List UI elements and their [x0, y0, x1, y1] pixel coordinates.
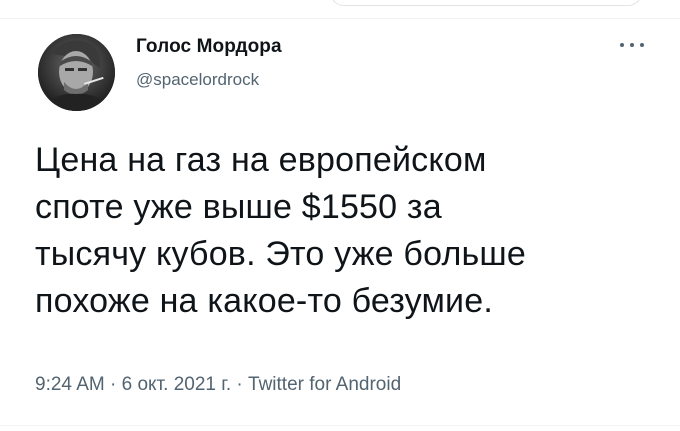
- dot: [640, 43, 644, 47]
- separator: ·: [110, 374, 117, 395]
- tweet-source[interactable]: Twitter for Android: [248, 374, 401, 395]
- more-horizontal-icon[interactable]: [618, 38, 646, 52]
- tweet-text-line: Цена на газ на европейском: [35, 141, 487, 179]
- tweet-text-line: похоже на какое-то безумие.: [35, 282, 493, 320]
- previous-element-fragment: [330, 0, 642, 6]
- tweet-metadata: 9:24 AM · 6 окт. 2021 г. · Twitter for A…: [35, 374, 401, 396]
- dot: [630, 43, 634, 47]
- separator: ·: [236, 374, 243, 395]
- display-name[interactable]: Голос Мордора: [136, 36, 282, 58]
- tweet-text-line: споте уже выше $1550 за: [35, 188, 442, 226]
- tweet-text: Цена на газ на европейском споте уже выш…: [35, 137, 655, 325]
- tweet-date[interactable]: 6 окт. 2021 г.: [122, 374, 232, 395]
- tweet-time[interactable]: 9:24 AM: [35, 374, 105, 395]
- avatar[interactable]: [38, 34, 115, 111]
- top-divider: [0, 18, 680, 19]
- bottom-divider: [0, 425, 680, 426]
- user-handle[interactable]: @spacelordrock: [136, 70, 259, 90]
- dot: [620, 43, 624, 47]
- tweet-card: Голос Мордора @spacelordrock Цена на газ…: [0, 0, 680, 431]
- tweet-text-line: тысячу кубов. Это уже больше: [35, 235, 526, 273]
